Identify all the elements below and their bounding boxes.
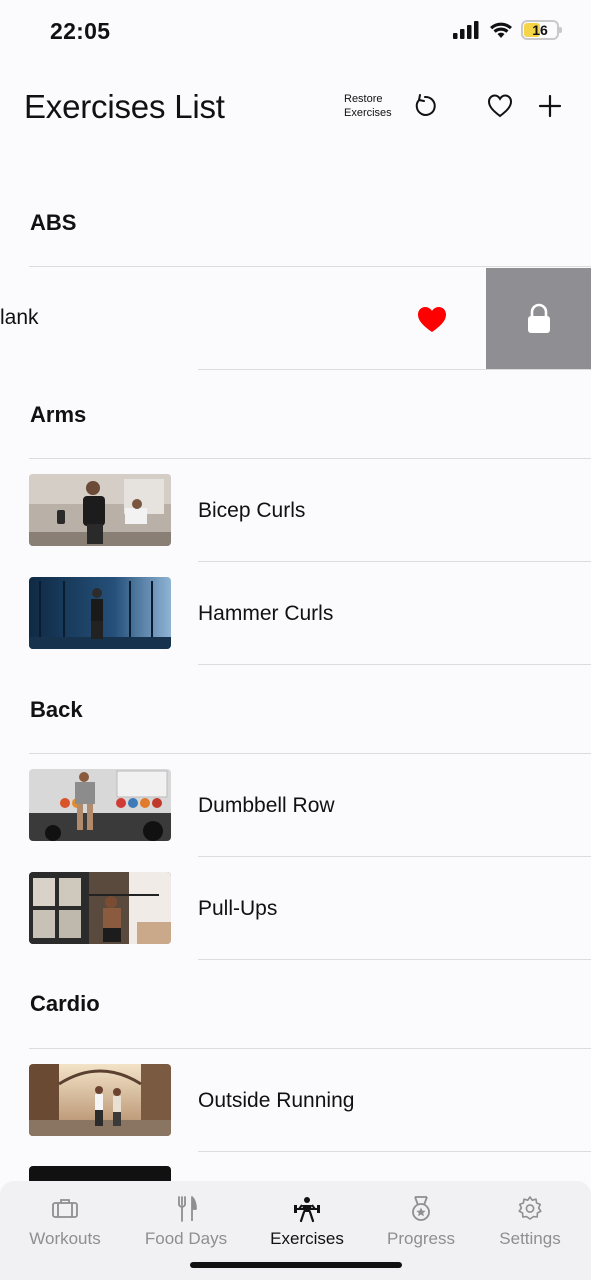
tab-exercises[interactable]: Exercises (248, 1195, 366, 1249)
tab-settings[interactable]: Settings (471, 1195, 589, 1249)
favorite-heart-icon[interactable] (416, 304, 448, 334)
restore-label-line2: Exercises (344, 107, 392, 119)
battery-icon: 16 (521, 20, 562, 40)
divider (198, 1151, 591, 1152)
status-time: 22:05 (50, 18, 111, 44)
exercise-label: lank (0, 306, 39, 329)
tab-label: Settings (499, 1229, 561, 1248)
tab-progress[interactable]: Progress (362, 1195, 480, 1249)
tab-workouts[interactable]: Workouts (6, 1195, 124, 1249)
restore-icon[interactable] (410, 92, 438, 120)
exercise-label: Hammer Curls (198, 602, 334, 625)
home-indicator[interactable] (190, 1262, 402, 1268)
list-item[interactable]: Hammer Curls (0, 562, 591, 664)
signal-icon (453, 21, 479, 39)
status-icons: 16 (453, 20, 562, 40)
list-item[interactable]: Bicep Curls (0, 459, 591, 561)
dumbbell-icon (52, 1199, 78, 1218)
list-item[interactable]: Outside Running (0, 1049, 591, 1151)
tab-label: Workouts (29, 1229, 101, 1248)
divider (29, 266, 591, 267)
fork-knife-icon (178, 1196, 197, 1222)
section-header-abs: ABS (30, 210, 77, 235)
restore-label-line1: Restore (344, 93, 383, 105)
divider (198, 664, 591, 665)
exercise-label: Bicep Curls (198, 499, 306, 522)
exercise-thumbnail (29, 769, 171, 841)
nav-bar: Exercises List Restore Exercises (0, 80, 591, 136)
tab-label: Exercises (270, 1229, 344, 1248)
section-header-back: Back (30, 697, 83, 722)
medal-icon (412, 1196, 430, 1221)
exercise-thumbnail (29, 872, 171, 944)
exercise-thumbnail (29, 577, 171, 649)
list-item[interactable]: Dumbbell Row (0, 754, 591, 856)
weightlifter-icon (294, 1197, 320, 1223)
favorites-heart-icon[interactable] (486, 92, 514, 120)
section-header-cardio: Cardio (30, 991, 100, 1016)
exercise-label: Outside Running (198, 1089, 355, 1112)
gear-icon (518, 1196, 542, 1220)
lock-action-button[interactable] (486, 268, 591, 369)
tab-label: Progress (386, 1229, 456, 1248)
section-header-arms: Arms (30, 402, 87, 427)
tab-label: Food Days (144, 1229, 228, 1248)
restore-exercises-button[interactable]: Restore Exercises (344, 92, 404, 120)
divider (198, 369, 591, 370)
exercise-thumbnail (29, 474, 171, 546)
wifi-icon (490, 22, 512, 38)
status-bar: 22:05 16 (0, 0, 591, 64)
lock-icon (527, 303, 550, 333)
page-title: Exercises List (24, 88, 225, 125)
exercise-label: Pull-Ups (198, 897, 278, 920)
divider (198, 959, 591, 960)
list-item[interactable]: Pull-Ups (0, 857, 591, 959)
list-item-swiped[interactable]: lank (0, 268, 591, 369)
tab-food-days[interactable]: Food Days (127, 1195, 245, 1249)
battery-level: 16 (532, 22, 548, 38)
add-exercise-icon[interactable] (536, 92, 564, 120)
exercise-label: Dumbbell Row (198, 794, 335, 817)
exercise-thumbnail (29, 1064, 171, 1136)
